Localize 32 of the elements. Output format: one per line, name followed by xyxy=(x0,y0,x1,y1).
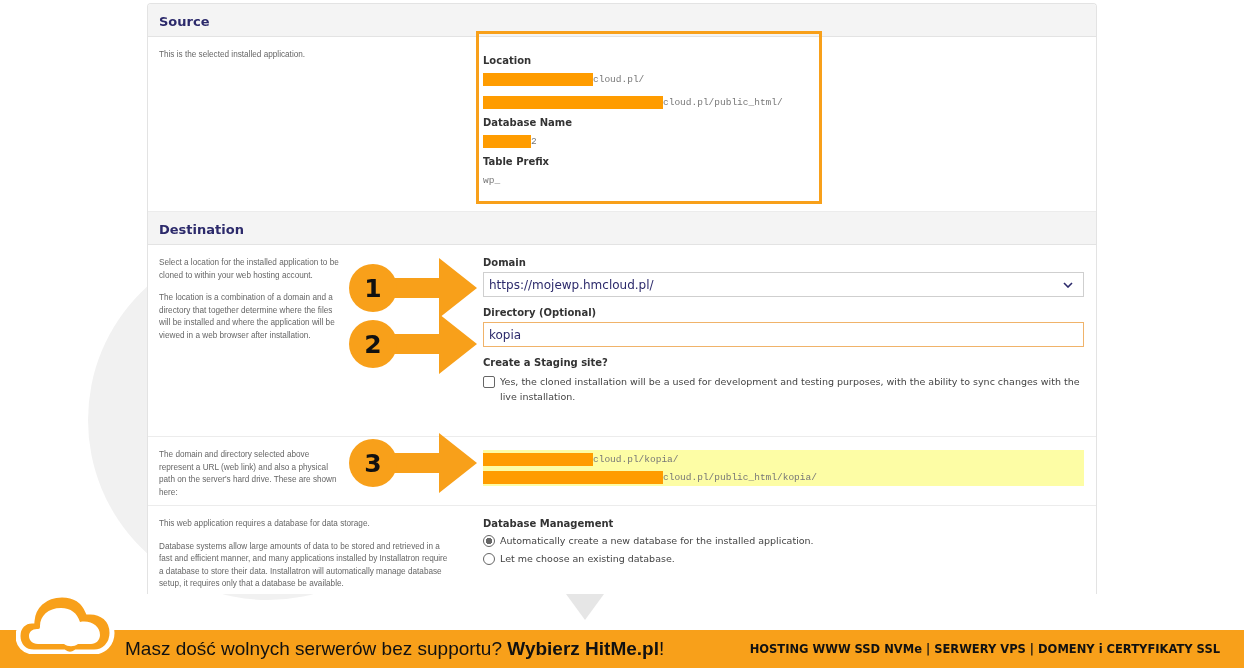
field-label: Create a Staging site? xyxy=(483,357,609,368)
field-value: cloud.pl/public_html/ xyxy=(663,97,783,108)
description-text: Select a location for the installed application to be cloned to within your web hosting account. xyxy=(159,257,340,282)
radio-button[interactable] xyxy=(483,553,495,565)
section-title: Source xyxy=(159,14,210,29)
domain-select[interactable]: https://mojewp.hmcloud.pl/ xyxy=(483,272,1084,297)
field-label: Location xyxy=(483,55,533,66)
field-label: Database Name xyxy=(483,117,574,128)
radio-label: Let me choose an existing database. xyxy=(500,552,675,566)
description-text: This web application requires a database for data storage. xyxy=(159,518,371,530)
directory-field[interactable]: kopia xyxy=(483,322,1084,347)
staging-checkbox[interactable] xyxy=(483,376,495,388)
services-text: HOSTING WWW SSD NVMe | SERWERY VPS | DOMENY i CERTYFIKATY SSL xyxy=(749,642,1220,656)
field-label: Table Prefix xyxy=(483,156,551,167)
radio-label: Automatically create a new database for the installed application. xyxy=(500,534,814,548)
description-text: This is the selected installed application. xyxy=(159,49,307,61)
description-text: The location is a combination of a domain and a directory that together determine where the files will be installed and where the application will be viewed in a web browser after installation. xyxy=(159,292,336,342)
field-label: Database Management xyxy=(483,518,615,529)
field-value: cloud.pl/ xyxy=(593,74,645,85)
description-text: Database systems allow large amounts of data to be stored and retrieved in a fast and efficient manner, and many applications installed by Installatron require a database to store their data. Installatron will automatically manage database setup, it requires only that a database be available. xyxy=(159,540,449,590)
checkbox-label: Yes, the cloned installation will be a used for development and testing purposes, with the ability to sync changes with the live installation. xyxy=(500,375,1081,404)
field-value: wp_ xyxy=(483,175,501,186)
path-text: cloud.pl/kopia/ xyxy=(593,453,679,465)
radio-button[interactable] xyxy=(483,535,495,547)
chevron-down-icon xyxy=(1063,281,1073,288)
section-title: Destination xyxy=(159,222,244,237)
tagline-text: Masz dość wolnych serwerów bez supportu? Wybierz HitMe.pl! xyxy=(125,638,665,660)
path-text: cloud.pl/public_html/kopia/ xyxy=(663,471,817,483)
description-text: The domain and directory selected above represent a URL (web link) and also a physical path on the server's hard drive. These are shown here: xyxy=(159,449,338,499)
field-value: 2 xyxy=(531,136,537,147)
field-label: Domain xyxy=(483,257,527,268)
field-label: Directory (Optional) xyxy=(483,307,598,318)
